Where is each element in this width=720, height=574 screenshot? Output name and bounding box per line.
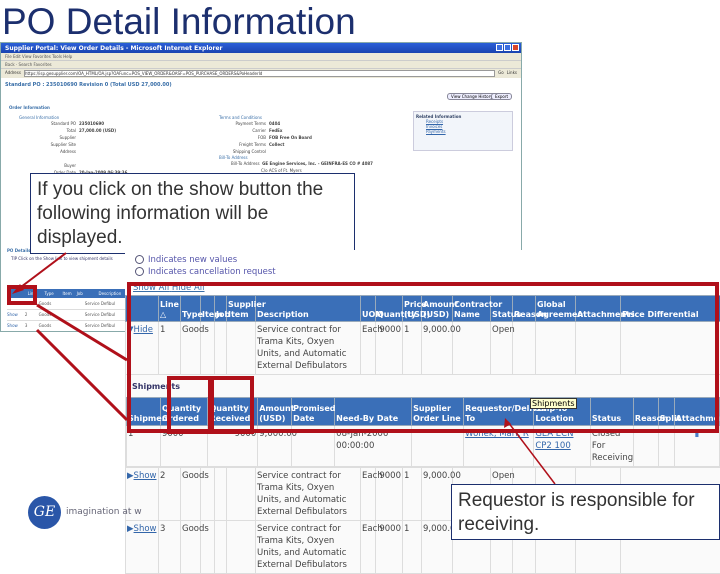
- annotation-arrows: [0, 0, 720, 540]
- requestor-callout: Requestor is responsible for receiving.: [451, 484, 720, 540]
- arrow-show-to-expanded: [37, 305, 127, 360]
- ge-logo: GE: [28, 496, 61, 529]
- arrow-show-to-expanded-2: [37, 330, 127, 420]
- arrow-head-icon: [504, 418, 511, 428]
- arrow-callout-to-requestor: [508, 422, 555, 484]
- arrow-callout-to-show: [17, 253, 66, 290]
- tagline: imagination at w: [66, 507, 142, 517]
